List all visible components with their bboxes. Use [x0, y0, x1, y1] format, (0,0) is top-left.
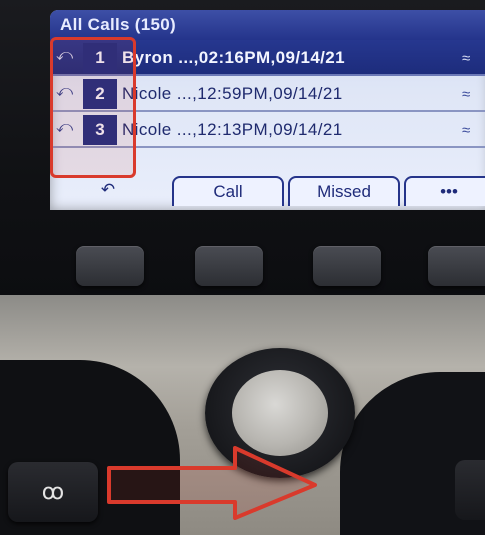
softkey-button-3[interactable] [313, 246, 381, 286]
right-function-button[interactable] [455, 460, 485, 520]
voicemail-button[interactable]: ꝏ [8, 462, 98, 522]
voicemail-icon: ꝏ [41, 479, 65, 504]
back-softkey[interactable]: ↶ [58, 176, 158, 206]
line-icon: ≈ [462, 86, 471, 103]
call-entry-text: Nicole ...,12:59PM,09/14/21 [122, 84, 343, 103]
call-entry-text: Byron ...,02:16PM,09/14/21 [122, 48, 346, 67]
more-softkey[interactable]: ••• [404, 176, 485, 206]
softkey-button-2[interactable] [195, 246, 263, 286]
line-icon: ≈ [462, 50, 471, 67]
softkey-button-4[interactable] [428, 246, 485, 286]
more-icon: ••• [440, 182, 458, 201]
index-highlight-annotation [50, 37, 136, 178]
softkey-button-1[interactable] [76, 246, 144, 286]
call-softkey[interactable]: Call [172, 176, 284, 206]
screen-title: All Calls (150) [50, 10, 485, 40]
back-icon: ↶ [100, 180, 116, 199]
highlight-arrow-annotation [107, 446, 317, 520]
line-icon: ≈ [462, 122, 471, 139]
call-entry-text: Nicole ...,12:13PM,09/14/21 [122, 120, 343, 139]
missed-softkey[interactable]: Missed [288, 176, 400, 206]
